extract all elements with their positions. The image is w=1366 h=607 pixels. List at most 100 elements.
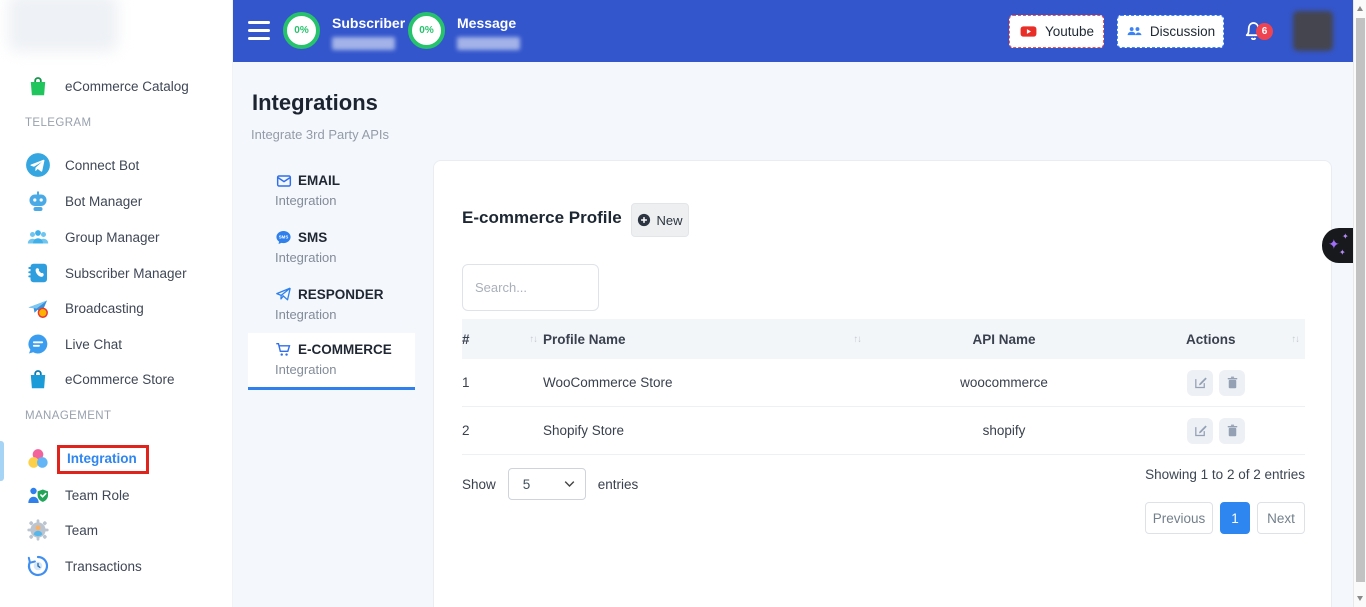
message-stat-label: Message (457, 12, 520, 31)
row-api-name: shopify (867, 423, 1141, 438)
contact-book-icon (25, 260, 51, 286)
sort-icon[interactable]: ↑↓ (530, 334, 538, 345)
person-shield-icon (25, 482, 51, 508)
search-input[interactable] (462, 264, 599, 311)
sidebar-item-team[interactable]: Team (0, 512, 232, 548)
discussion-button[interactable]: Discussion (1117, 15, 1224, 48)
subnav-title: EMAIL (298, 173, 340, 188)
sidebar-item-group-manager[interactable]: Group Manager (0, 219, 232, 255)
email-icon (275, 172, 292, 189)
new-button-label: New (656, 213, 682, 228)
row-profile-name: Shopify Store (543, 423, 867, 438)
edit-button[interactable] (1187, 370, 1213, 396)
pagination: Previous 1 Next (1145, 502, 1305, 534)
subnav-title: SMS (298, 230, 327, 245)
subnav-item-responder[interactable]: RESPONDER Integration (248, 278, 415, 332)
edit-button[interactable] (1187, 418, 1213, 444)
active-item-indicator (0, 441, 4, 481)
column-label: Actions (1186, 332, 1236, 347)
subscriber-stat-label: Subscriber (332, 12, 405, 31)
page-size-control: Show 5 entries (462, 468, 638, 500)
sort-icon[interactable]: ↑↓ (854, 334, 862, 345)
table-header-row: # ↑↓ Profile Name ↑↓ API Name Actions ↑↓ (462, 319, 1305, 359)
sidebar-item-label: Live Chat (65, 337, 122, 352)
sidebar-item-subscriber-manager[interactable]: Subscriber Manager (0, 255, 232, 291)
delete-button[interactable] (1219, 370, 1245, 396)
robot-icon (25, 188, 51, 214)
sidebar-item-ecommerce-catalog[interactable]: eCommerce Catalog (0, 68, 232, 104)
notifications-button[interactable]: 6 (1241, 18, 1275, 48)
sidebar-item-connect-bot[interactable]: Connect Bot (0, 147, 232, 183)
discussion-button-label: Discussion (1150, 24, 1215, 39)
row-actions (1141, 370, 1305, 396)
subnav-subtitle: Integration (275, 193, 415, 208)
subscriber-percent: 0% (294, 25, 308, 36)
sidebar-item-bot-manager[interactable]: Bot Manager (0, 183, 232, 219)
scrollbar[interactable] (1353, 0, 1366, 607)
notification-count-badge: 6 (1256, 23, 1273, 40)
show-label: Show (462, 477, 496, 492)
discussion-people-icon (1126, 23, 1143, 40)
current-page-button[interactable]: 1 (1220, 502, 1250, 534)
subnav-item-email[interactable]: EMAIL Integration (248, 164, 415, 218)
sidebar-item-ecommerce-store[interactable]: eCommerce Store (0, 361, 232, 397)
plus-circle-icon (637, 213, 651, 227)
subnav-title: RESPONDER (298, 287, 384, 302)
sidebar-item-label: eCommerce Store (65, 372, 175, 387)
message-progress-ring: 0% (408, 12, 445, 49)
page-size-select[interactable]: 5 (508, 468, 586, 500)
previous-page-button[interactable]: Previous (1145, 502, 1213, 534)
section-label-telegram: TELEGRAM (25, 117, 91, 129)
column-label: Profile Name (543, 332, 626, 347)
column-header-profile-name[interactable]: Profile Name ↑↓ (543, 332, 867, 347)
sidebar-item-label: Team Role (65, 488, 130, 503)
sort-icon[interactable]: ↑↓ (1292, 334, 1300, 345)
user-avatar[interactable] (1293, 11, 1333, 51)
sidebar-item-team-role[interactable]: Team Role (0, 477, 232, 513)
scrollbar-thumb[interactable] (1356, 18, 1365, 582)
subnav-item-ecommerce[interactable]: E-COMMERCE Integration (248, 333, 415, 390)
youtube-icon (1019, 22, 1038, 41)
row-profile-name: WooCommerce Store (543, 375, 867, 390)
shopping-cart-icon (275, 341, 292, 358)
sidebar-item-live-chat[interactable]: Live Chat (0, 326, 232, 362)
scroll-up-arrow-icon[interactable] (1357, 6, 1363, 11)
column-header-api-name[interactable]: API Name (867, 332, 1141, 347)
hamburger-menu-icon[interactable] (248, 21, 270, 40)
sidebar-item-label: eCommerce Catalog (65, 79, 189, 94)
people-group-icon (25, 224, 51, 250)
row-actions (1141, 418, 1305, 444)
scroll-down-arrow-icon[interactable] (1357, 596, 1363, 601)
row-num: 1 (462, 375, 543, 390)
delete-button[interactable] (1219, 418, 1245, 444)
sidebar-item-broadcasting[interactable]: Broadcasting (0, 290, 232, 326)
app-screen: eCommerce Catalog TELEGRAM Connect Bot B… (0, 0, 1366, 607)
sparkles-icon: ✦ (1328, 237, 1340, 251)
chat-bubble-icon (25, 331, 51, 357)
entries-label: entries (598, 477, 639, 492)
next-page-button[interactable]: Next (1257, 502, 1305, 534)
panel-title: E-commerce Profile (462, 208, 622, 228)
section-label-management: MANAGEMENT (25, 410, 111, 422)
subnav-title: E-COMMERCE (298, 342, 392, 357)
ai-assistant-fab[interactable]: ✦ ✦ ✦ (1322, 228, 1353, 263)
table-row: 2 Shopify Store shopify (462, 407, 1305, 455)
subnav-item-sms[interactable]: SMS SMS Integration (248, 221, 415, 275)
new-profile-button[interactable]: New (631, 203, 689, 237)
column-label: # (462, 332, 470, 347)
column-header-num[interactable]: # ↑↓ (462, 332, 543, 347)
sidebar-item-integration[interactable]: Integration (0, 441, 232, 477)
sidebar-item-label: Subscriber Manager (65, 266, 187, 281)
sidebar-item-transactions[interactable]: Transactions (0, 548, 232, 584)
sidebar-item-label: Broadcasting (65, 301, 144, 316)
entries-summary: Showing 1 to 2 of 2 entries (1145, 467, 1305, 482)
page-title: Integrations (252, 90, 378, 116)
sidebar-item-label: Team (65, 523, 98, 538)
sidebar: eCommerce Catalog TELEGRAM Connect Bot B… (0, 0, 233, 607)
svg-text:SMS: SMS (279, 235, 289, 240)
telegram-plane-icon (25, 152, 51, 178)
edit-pencil-icon (1193, 423, 1208, 438)
gear-person-icon (25, 517, 51, 543)
youtube-button[interactable]: Youtube (1009, 15, 1104, 48)
column-header-actions[interactable]: Actions ↑↓ (1141, 332, 1305, 347)
